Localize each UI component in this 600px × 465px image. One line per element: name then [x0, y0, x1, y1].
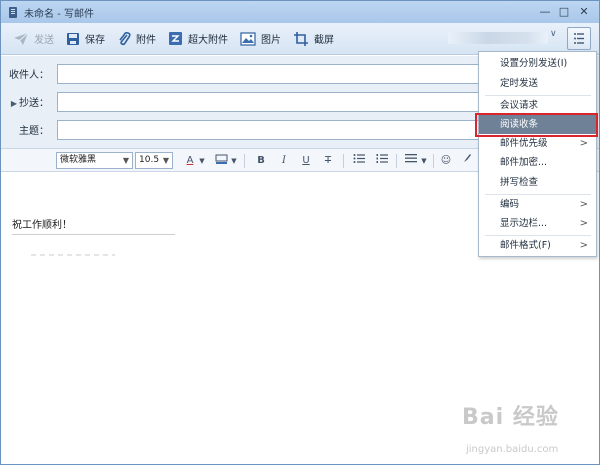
- signature-placeholder: [31, 254, 115, 256]
- menu-item-label: 邮件加密...: [500, 157, 548, 168]
- highlight-color-button[interactable]: [214, 153, 228, 169]
- menu-item-label: 拼写检查: [500, 177, 539, 188]
- save-label: 保存: [85, 35, 105, 46]
- divider: [244, 154, 245, 168]
- watermark-logo: Bai 经验: [462, 405, 559, 430]
- annotation-highlight-box: [475, 113, 598, 137]
- maximize-button[interactable]: □: [556, 4, 572, 19]
- screenshot-button[interactable]: 截屏: [287, 27, 340, 51]
- menu-item-scheduled-send[interactable]: 定时发送: [479, 74, 596, 93]
- menu-item-label: 邮件优先级: [500, 138, 548, 149]
- divider: [343, 154, 344, 168]
- underline-button[interactable]: U: [300, 153, 312, 169]
- minimize-button[interactable]: —: [537, 4, 553, 19]
- attach-button[interactable]: 附件: [111, 27, 162, 51]
- signature-divider: [12, 234, 175, 235]
- italic-button[interactable]: I: [278, 153, 290, 169]
- bullet-list-button[interactable]: [352, 153, 366, 169]
- chevron-down-icon[interactable]: ∨: [550, 29, 557, 39]
- menu-item-label: 会议请求: [500, 100, 539, 111]
- expand-triangle-icon[interactable]: ▶: [11, 99, 17, 108]
- brush-icon: [464, 154, 471, 162]
- align-icon: [405, 154, 417, 163]
- chevron-down-icon[interactable]: ▼: [230, 153, 238, 169]
- menu-item-send-separately[interactable]: 设置分别发送(I): [479, 54, 596, 73]
- big-attachment-icon: [169, 32, 182, 45]
- menu-item-spell-check[interactable]: 拼写检查: [479, 173, 596, 192]
- highlight-icon: [215, 154, 227, 164]
- cc-input[interactable]: [57, 91, 487, 112]
- font-family-value: 微软雅黑: [60, 155, 97, 165]
- cc-label: ▶ 抄送：: [1, 94, 55, 109]
- font-size-value: 10.5: [139, 155, 160, 165]
- close-button[interactable]: ✕: [576, 4, 592, 19]
- compose-window: 未命名 - 写邮件 — □ ✕ 发送 保存 附件 超大附件 图片 截屏 ∨ 收件…: [0, 0, 600, 465]
- chevron-down-icon[interactable]: ▼: [420, 153, 428, 169]
- more-options-menu: 设置分别发送(I) 定时发送 会议请求 阅读收条 邮件优先级 > 邮件加密... …: [478, 51, 597, 257]
- to-input[interactable]: [57, 63, 487, 84]
- numbered-list-button[interactable]: [375, 153, 389, 169]
- font-size-select[interactable]: 10.5 ▼: [135, 152, 173, 169]
- menu-item-encrypt[interactable]: 邮件加密...: [479, 153, 596, 172]
- big-attach-button[interactable]: 超大附件: [162, 27, 234, 51]
- image-icon: [240, 31, 256, 46]
- big-attach-label: 超大附件: [188, 35, 228, 46]
- save-icon: [67, 32, 79, 45]
- menu-item-mail-format[interactable]: 邮件格式(F) >: [479, 236, 596, 255]
- menu-item-label: 定时发送: [500, 78, 539, 89]
- attach-label: 附件: [136, 35, 156, 46]
- chevron-down-icon: ▼: [122, 156, 129, 165]
- to-label: 收件人：: [9, 70, 49, 81]
- emoji-button[interactable]: ☺: [440, 153, 452, 169]
- menu-item-label: 设置分别发送(I): [500, 58, 568, 69]
- cc-label-text: 抄送：: [19, 98, 49, 109]
- menu-item-label: 邮件格式(F): [500, 240, 551, 251]
- font-family-select[interactable]: 微软雅黑 ▼: [56, 152, 133, 169]
- submenu-arrow-icon: >: [579, 199, 588, 210]
- title-bar: 未命名 - 写邮件 — □ ✕: [1, 1, 599, 23]
- strikethrough-button[interactable]: T: [322, 153, 334, 169]
- more-menu-button[interactable]: [567, 27, 591, 50]
- send-icon: [14, 32, 29, 45]
- paperclip-icon: [119, 31, 131, 46]
- submenu-arrow-icon: >: [579, 218, 588, 229]
- chevron-down-icon: ▼: [162, 156, 169, 165]
- menu-item-label: 编码: [500, 199, 520, 210]
- account-selector[interactable]: [448, 32, 548, 44]
- subject-label: 主题：: [19, 126, 49, 137]
- message-body-text: 祝工作顺利！: [12, 220, 72, 231]
- menu-item-encoding[interactable]: 编码 >: [479, 195, 596, 214]
- numbered-list-icon: [376, 154, 388, 163]
- subject-input[interactable]: [57, 119, 487, 140]
- chevron-down-icon[interactable]: ▼: [198, 153, 206, 169]
- font-color-button[interactable]: A: [184, 153, 196, 169]
- divider: [433, 154, 434, 168]
- window-title: 未命名 - 写邮件: [24, 8, 94, 20]
- more-format-button[interactable]: [461, 153, 473, 169]
- screenshot-label: 截屏: [314, 35, 334, 46]
- document-icon: [9, 6, 17, 18]
- watermark-url: jingyan.baidu.com: [466, 444, 559, 455]
- image-button[interactable]: 图片: [234, 27, 287, 51]
- crop-icon: [294, 31, 308, 46]
- menu-item-label: 显示边栏...: [500, 218, 548, 229]
- divider: [396, 154, 397, 168]
- image-label: 图片: [261, 35, 281, 46]
- align-button[interactable]: [404, 153, 418, 169]
- submenu-arrow-icon: >: [579, 240, 588, 251]
- bold-button[interactable]: B: [255, 153, 267, 169]
- save-button[interactable]: 保存: [60, 27, 111, 51]
- send-button[interactable]: 发送: [7, 27, 60, 51]
- list-menu-icon: [574, 33, 584, 44]
- bullet-list-icon: [353, 154, 365, 163]
- menu-item-show-sidebar[interactable]: 显示边栏... >: [479, 214, 596, 233]
- send-label: 发送: [34, 35, 54, 46]
